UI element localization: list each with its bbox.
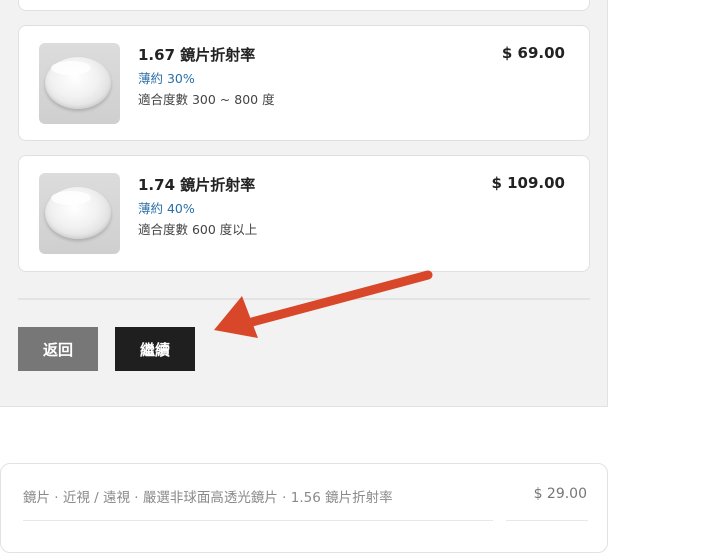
continue-button[interactable]: 繼續 <box>115 327 195 371</box>
lens-option-thinness: 薄約 30% <box>138 71 195 86</box>
lens-selection-panel: 1.67 鏡片折射率 薄約 30% 適合度數 300 ~ 800 度 $ 69.… <box>0 0 608 407</box>
lens-option-card-partial[interactable] <box>18 0 590 11</box>
lens-option-price: $ 69.00 <box>501 44 565 62</box>
summary-price: $ 29.00 <box>533 486 587 502</box>
lens-option-range: 適合度數 600 度以上 <box>138 222 258 237</box>
summary-divider <box>23 520 493 521</box>
lens-option-range: 適合度數 300 ~ 800 度 <box>138 92 275 107</box>
order-summary-card: 鏡片 · 近視 / 遠視 · 嚴選非球面高透光鏡片 · 1.56 鏡片折射率 $… <box>0 463 608 553</box>
lens-image <box>39 43 120 124</box>
lens-option-card[interactable]: 1.67 鏡片折射率 薄約 30% 適合度數 300 ~ 800 度 $ 69.… <box>18 25 590 141</box>
summary-divider <box>506 520 588 521</box>
red-arrow-annotation-icon <box>214 270 433 338</box>
lens-option-thinness: 薄約 40% <box>138 201 195 216</box>
lens-option-price: $ 109.00 <box>491 174 565 192</box>
lens-option-card[interactable]: 1.74 鏡片折射率 薄約 40% 適合度數 600 度以上 $ 109.00 <box>18 155 590 272</box>
back-button[interactable]: 返回 <box>18 327 98 371</box>
summary-description: 鏡片 · 近視 / 遠視 · 嚴選非球面高透光鏡片 · 1.56 鏡片折射率 <box>23 490 393 506</box>
lens-option-title: 1.74 鏡片折射率 <box>138 176 256 194</box>
lens-image <box>39 173 120 254</box>
lens-option-title: 1.67 鏡片折射率 <box>138 46 256 64</box>
